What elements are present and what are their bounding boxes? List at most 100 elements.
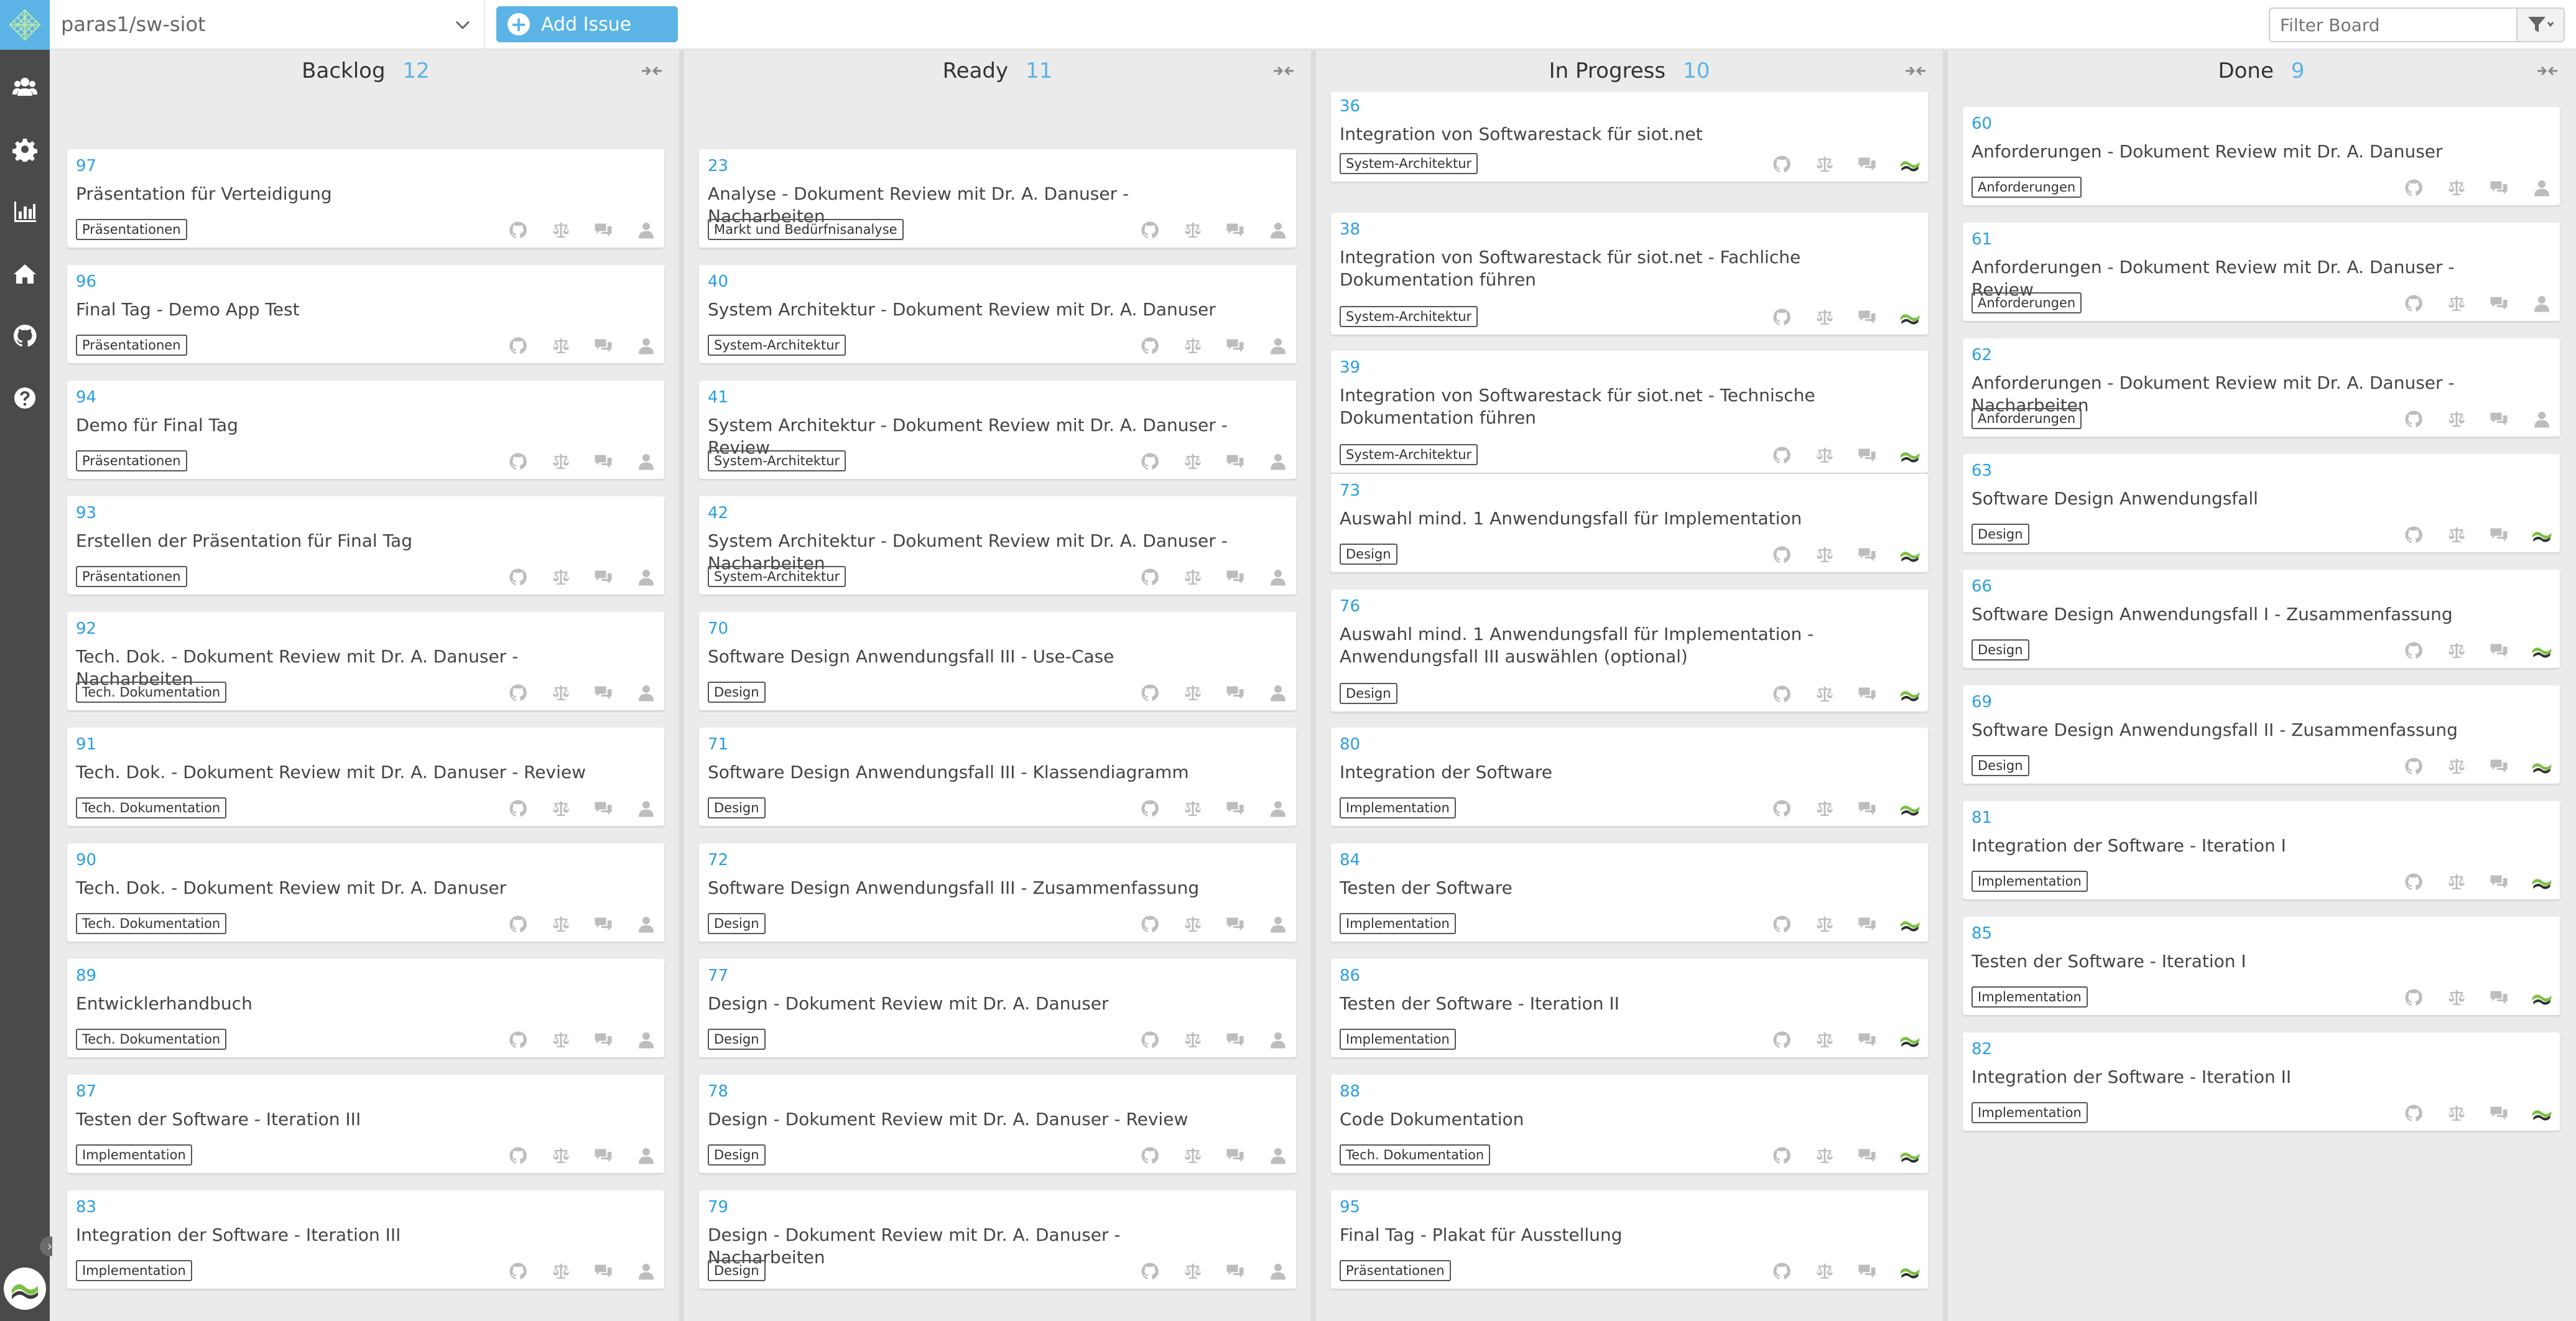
issue-card[interactable]: 40 System Architektur - Dokument Review m… bbox=[699, 265, 1296, 363]
issue-number[interactable]: 61 bbox=[1971, 230, 1992, 249]
scale-icon[interactable] bbox=[2446, 409, 2467, 430]
issue-label-tag[interactable]: System-Architektur bbox=[708, 566, 846, 587]
issue-number[interactable]: 39 bbox=[1340, 358, 1360, 377]
scale-icon[interactable] bbox=[2446, 293, 2467, 314]
comments-icon[interactable] bbox=[593, 567, 614, 588]
issue-card[interactable]: 61 Anforderungen - Dokument Review mit Dr… bbox=[1963, 223, 2560, 321]
issue-label-tag[interactable]: Tech. Dokumentation bbox=[76, 797, 227, 818]
scale-icon[interactable] bbox=[2446, 177, 2467, 198]
github-icon[interactable] bbox=[1139, 220, 1161, 241]
github-icon[interactable] bbox=[1771, 445, 1792, 466]
comments-icon[interactable] bbox=[1856, 798, 1878, 819]
issue-number[interactable]: 89 bbox=[76, 966, 96, 985]
comments-icon[interactable] bbox=[1225, 682, 1246, 703]
issue-card[interactable]: 23 Analyse - Dokument Review mit Dr. A. D… bbox=[699, 149, 1296, 248]
github-icon[interactable] bbox=[1771, 544, 1792, 565]
issue-title[interactable]: Testen der Software bbox=[1340, 877, 1868, 899]
scale-icon[interactable] bbox=[550, 220, 572, 241]
issue-number[interactable]: 62 bbox=[1971, 346, 1992, 364]
issue-title[interactable]: System Architektur - Dokument Review mit… bbox=[708, 299, 1236, 321]
comments-icon[interactable] bbox=[1225, 1029, 1246, 1050]
assignee-avatar-icon[interactable] bbox=[1899, 1261, 1920, 1282]
scale-icon[interactable] bbox=[1814, 307, 1835, 328]
issue-card[interactable]: 36 Integration von Softwarestack für siot… bbox=[1331, 90, 1928, 182]
issue-label-tag[interactable]: Design bbox=[1340, 683, 1397, 704]
github-icon[interactable] bbox=[1771, 1145, 1792, 1166]
github-icon[interactable] bbox=[1771, 798, 1792, 819]
assignee-avatar-icon[interactable] bbox=[1899, 1145, 1920, 1166]
github-icon[interactable] bbox=[1771, 154, 1792, 175]
issue-title[interactable]: Entwicklerhandbuch bbox=[76, 993, 605, 1015]
issue-title[interactable]: Software Design Anwendungsfall III - Kla… bbox=[708, 761, 1236, 784]
issue-title[interactable]: Testen der Software - Iteration II bbox=[1340, 993, 1868, 1015]
scale-icon[interactable] bbox=[1814, 1145, 1835, 1166]
unassigned-user-icon[interactable] bbox=[2531, 409, 2552, 430]
assignee-avatar-icon[interactable] bbox=[1899, 544, 1920, 565]
issue-card[interactable]: 62 Anforderungen - Dokument Review mit Dr… bbox=[1963, 338, 2560, 437]
comments-icon[interactable] bbox=[1225, 567, 1246, 588]
github-icon[interactable] bbox=[1139, 1145, 1161, 1166]
issue-title[interactable]: Tech. Dok. - Dokument Review mit Dr. A. … bbox=[76, 761, 605, 784]
github-icon[interactable] bbox=[507, 682, 529, 703]
issue-label-tag[interactable]: Präsentationen bbox=[76, 219, 187, 240]
issue-number[interactable]: 80 bbox=[1340, 735, 1360, 754]
issue-number[interactable]: 91 bbox=[76, 735, 96, 754]
comments-icon[interactable] bbox=[593, 1145, 614, 1166]
github-icon[interactable] bbox=[1139, 798, 1161, 819]
issue-number[interactable]: 42 bbox=[708, 504, 728, 522]
issue-label-tag[interactable]: Präsentationen bbox=[76, 450, 187, 471]
issue-label-tag[interactable]: Design bbox=[708, 913, 766, 934]
issue-title[interactable]: Final Tag - Plakat für Ausstellung bbox=[1340, 1224, 1868, 1246]
comments-icon[interactable] bbox=[1225, 914, 1246, 935]
collapse-column-icon[interactable] bbox=[1904, 63, 1927, 78]
issue-number[interactable]: 60 bbox=[1971, 114, 1992, 133]
unassigned-user-icon[interactable] bbox=[636, 1145, 657, 1166]
github-icon[interactable] bbox=[2403, 524, 2424, 545]
issue-title[interactable]: Integration von Softwarestack für siot.n… bbox=[1340, 246, 1868, 291]
issue-number[interactable]: 71 bbox=[708, 735, 728, 754]
issue-number[interactable]: 69 bbox=[1971, 693, 1992, 711]
collapse-column-icon[interactable] bbox=[1272, 63, 1295, 78]
comments-icon[interactable] bbox=[593, 1261, 614, 1282]
issue-label-tag[interactable]: Implementation bbox=[76, 1260, 192, 1281]
issue-number[interactable]: 79 bbox=[708, 1198, 728, 1217]
add-issue-button[interactable]: + Add Issue bbox=[496, 6, 678, 42]
scale-icon[interactable] bbox=[1182, 220, 1203, 241]
github-icon[interactable] bbox=[2403, 640, 2424, 661]
comments-icon[interactable] bbox=[2488, 756, 2509, 777]
scale-icon[interactable] bbox=[1182, 798, 1203, 819]
scale-icon[interactable] bbox=[1814, 684, 1835, 705]
issue-label-tag[interactable]: System-Architektur bbox=[1340, 153, 1478, 174]
issue-number[interactable]: 87 bbox=[76, 1082, 96, 1101]
github-icon[interactable] bbox=[2403, 871, 2424, 892]
scale-icon[interactable] bbox=[1182, 567, 1203, 588]
issue-card[interactable]: 87 Testen der Software - Iteration III Imp… bbox=[67, 1075, 664, 1173]
issue-title[interactable]: Software Design Anwendungsfall I - Zusam… bbox=[1971, 603, 2500, 626]
issue-card[interactable]: 94 Demo für Final Tag Präsentationen bbox=[67, 381, 664, 479]
scale-icon[interactable] bbox=[1814, 1029, 1835, 1050]
issue-number[interactable]: 23 bbox=[708, 157, 728, 175]
issue-label-tag[interactable]: System-Architektur bbox=[708, 450, 846, 471]
comments-icon[interactable] bbox=[1856, 1261, 1878, 1282]
issue-title[interactable]: Anforderungen - Dokument Review mit Dr. … bbox=[1971, 141, 2500, 163]
users-icon[interactable] bbox=[0, 62, 50, 112]
issue-number[interactable]: 38 bbox=[1340, 220, 1360, 239]
github-icon[interactable] bbox=[1139, 451, 1161, 472]
comments-icon[interactable] bbox=[1225, 451, 1246, 472]
issue-label-tag[interactable]: Design bbox=[1971, 639, 2029, 660]
issue-number[interactable]: 92 bbox=[76, 619, 96, 638]
issue-title[interactable]: Integration der Software - Iteration II bbox=[1971, 1066, 2500, 1088]
repo-selector[interactable]: paras1/sw-siot bbox=[50, 0, 485, 49]
issue-label-tag[interactable]: Implementation bbox=[1971, 871, 2088, 892]
issue-card[interactable]: 81 Integration der Software - Iteration I… bbox=[1963, 801, 2560, 899]
issue-title[interactable]: Integration der Software bbox=[1340, 761, 1868, 784]
issue-label-tag[interactable]: Präsentationen bbox=[76, 566, 187, 587]
unassigned-user-icon[interactable] bbox=[1267, 451, 1289, 472]
scale-icon[interactable] bbox=[1814, 544, 1835, 565]
comments-icon[interactable] bbox=[1856, 445, 1878, 466]
unassigned-user-icon[interactable] bbox=[636, 798, 657, 819]
issue-label-tag[interactable]: Implementation bbox=[1971, 986, 2088, 1008]
github-icon[interactable] bbox=[2403, 177, 2424, 198]
issue-number[interactable]: 40 bbox=[708, 272, 728, 291]
github-icon[interactable] bbox=[1139, 914, 1161, 935]
